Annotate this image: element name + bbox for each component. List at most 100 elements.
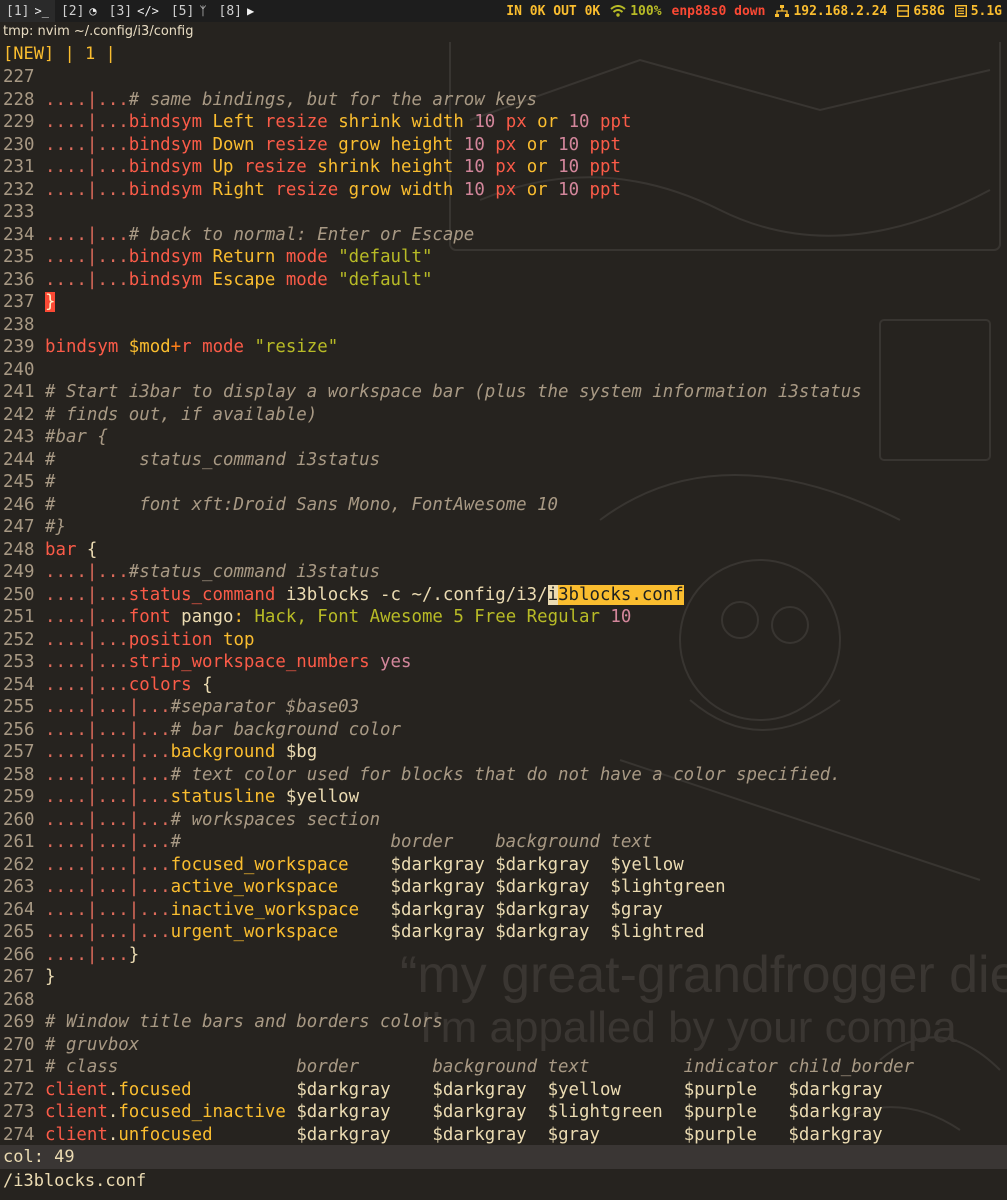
code-token: . (107, 1079, 119, 1100)
code-token: $darkgray $darkgray $lightgreen (390, 877, 726, 897)
code-line[interactable]: 249 ....|...#status_command i3status (0, 561, 1007, 584)
code-line[interactable]: 228 ....|...# same bindings, but for the … (0, 89, 1007, 112)
code-line[interactable]: 227 (0, 66, 1007, 89)
line-number: 240 (3, 359, 35, 380)
command-line[interactable]: /i3blocks.conf (0, 1169, 1007, 1194)
code-token: "resize" (254, 337, 339, 357)
code-token: focused_workspace (170, 854, 391, 875)
workspace-1[interactable]: [1] >_ (0, 0, 55, 22)
code-line[interactable]: 242 # finds out, if available) (0, 404, 1007, 427)
code-line[interactable]: 229 ....|...bindsym Left resize shrink wi… (0, 111, 1007, 134)
code-line[interactable]: 231 ....|...bindsym Up resize shrink heig… (0, 156, 1007, 179)
buffer-tab[interactable]: [NEW] (3, 44, 54, 64)
code-line[interactable]: 271 # class border background text indica… (0, 1056, 1007, 1079)
code-line[interactable]: 253 ....|...strip_workspace_numbers yes (0, 651, 1007, 674)
code-token: shrink (317, 157, 391, 177)
code-line[interactable]: 244 # status_command i3status (0, 449, 1007, 472)
code-token: or (526, 134, 559, 155)
code-line[interactable]: 265 ....|...|...urgent_workspace $darkgra… (0, 921, 1007, 944)
tab-separator: | (105, 44, 116, 64)
code-line[interactable]: 255 ....|...|...#separator $base03 (0, 696, 1007, 719)
code-line[interactable]: 257 ....|...|...background $bg (0, 741, 1007, 764)
code-line[interactable]: 256 ....|...|...# bar background color (0, 719, 1007, 742)
code-line[interactable]: 234 ....|...# back to normal: Enter or Es… (0, 224, 1007, 247)
line-number: 267 (3, 967, 35, 987)
line-content: ....|...colors { (45, 674, 213, 697)
line-content: ....|...bindsym Up resize shrink height … (45, 156, 621, 179)
code-token: r (181, 337, 203, 357)
line-content: ....|...font pango: Hack, Font Awesome 5… (45, 606, 631, 629)
code-token: Right (212, 179, 276, 200)
workspace-2[interactable]: [2] ◔ (55, 0, 103, 22)
workspace-8[interactable]: [8] ▶ (213, 0, 261, 22)
git-branch-icon: ᛉ (199, 4, 207, 18)
code-line[interactable]: 240 (0, 359, 1007, 382)
code-token: urgent_workspace (170, 922, 391, 942)
code-line[interactable]: 252 ....|...position top (0, 629, 1007, 652)
line-content: ....|...#status_command i3status (45, 561, 380, 584)
code-line[interactable]: 237} (0, 291, 1007, 314)
line-number: 255 (3, 697, 35, 717)
line-number: 234 (3, 224, 35, 245)
code-line[interactable]: 233 (0, 201, 1007, 224)
code-line[interactable]: 238 (0, 314, 1007, 337)
workspace-number: [3] (108, 3, 133, 19)
code-line[interactable]: 243 #bar { (0, 426, 1007, 449)
code-line[interactable]: 266 ....|...} (0, 944, 1007, 967)
code-line[interactable]: 272 client.focused $darkgray $darkgray $y… (0, 1079, 1007, 1102)
code-line[interactable]: 236 ....|...bindsym Escape mode "default" (0, 269, 1007, 292)
code-token: width (401, 179, 464, 200)
code-line[interactable]: 241 # Start i3bar to display a workspace … (0, 381, 1007, 404)
code-line[interactable]: 267} (0, 966, 1007, 989)
code-line[interactable]: 260 ....|...|...# workspaces section (0, 809, 1007, 832)
workspace-3[interactable]: [3] </> (103, 0, 165, 22)
code-line[interactable]: 259 ....|...|...statusline $yellow (0, 786, 1007, 809)
code-token: i (547, 584, 559, 605)
code-line[interactable]: 230 ....|...bindsym Down resize grow heig… (0, 134, 1007, 157)
code-line[interactable]: 247 #} (0, 516, 1007, 539)
editor-buffer[interactable]: 227 228 ....|...# same bindings, but for t… (0, 66, 1007, 1146)
line-number: 232 (3, 179, 35, 200)
workspace-5[interactable]: [5] ᛉ (165, 0, 213, 22)
chrome-icon: ◔ (89, 4, 97, 18)
line-content: ....|...|...#separator $base03 (45, 696, 359, 719)
code-line[interactable]: 248 bar { (0, 539, 1007, 562)
line-number: 228 (3, 89, 35, 110)
code-token: # (45, 472, 56, 492)
code-line[interactable]: 263 ....|...|...active_workspace $darkgra… (0, 876, 1007, 899)
code-token: ....|...|... (45, 854, 171, 875)
code-line[interactable]: 273 client.focused_inactive $darkgray $da… (0, 1101, 1007, 1124)
code-line[interactable]: 239 bindsym $mod+r mode "resize" (0, 336, 1007, 359)
line-number: 266 (3, 944, 35, 965)
code-token: "default" (338, 269, 433, 290)
code-token: # same bindings, but for the arrow keys (128, 89, 538, 110)
code-line[interactable]: 250 ....|...status_command i3blocks -c ~/… (0, 584, 1007, 607)
code-token: width (411, 112, 475, 132)
code-line[interactable]: 261 ....|...|...# border background text (0, 831, 1007, 854)
code-line[interactable]: 235 ....|...bindsym Return mode "default" (0, 246, 1007, 269)
code-line[interactable]: 232 ....|...bindsym Right resize grow wid… (0, 179, 1007, 202)
code-line[interactable]: 268 (0, 989, 1007, 1012)
code-token: px (495, 179, 527, 200)
code-line[interactable]: 251 ....|...font pango: Hack, Font Awesom… (0, 606, 1007, 629)
code-line[interactable]: 270 # gruvbox (0, 1034, 1007, 1057)
buffer-number[interactable]: 1 (85, 44, 95, 64)
code-token: pango (181, 607, 234, 627)
code-line[interactable]: 269 # Window title bars and borders color… (0, 1011, 1007, 1034)
code-token: ....|...|... (45, 742, 171, 762)
line-number: 238 (3, 314, 35, 335)
code-line[interactable]: 274 client.unfocused $darkgray $darkgray … (0, 1124, 1007, 1147)
line-content: ....|...|...background $bg (45, 741, 317, 764)
line-number: 261 (3, 832, 35, 852)
code-line[interactable]: 254 ....|...colors { (0, 674, 1007, 697)
code-line[interactable]: 258 ....|...|...# text color used for blo… (0, 764, 1007, 787)
code-token: Hack, Font Awesome 5 Free Regular (254, 607, 611, 627)
code-line[interactable]: 262 ....|...|...focused_workspace $darkgr… (0, 854, 1007, 877)
code-line[interactable]: 264 ....|...|...inactive_workspace $darkg… (0, 899, 1007, 922)
code-token: ....|...|... (45, 832, 171, 852)
code-line[interactable]: 246 # font xft:Droid Sans Mono, FontAweso… (0, 494, 1007, 517)
code-token: . (107, 1124, 119, 1145)
line-content: ....|...|...urgent_workspace $darkgray $… (45, 921, 705, 944)
code-line[interactable]: 245 # (0, 471, 1007, 494)
line-number: 259 (3, 787, 35, 807)
